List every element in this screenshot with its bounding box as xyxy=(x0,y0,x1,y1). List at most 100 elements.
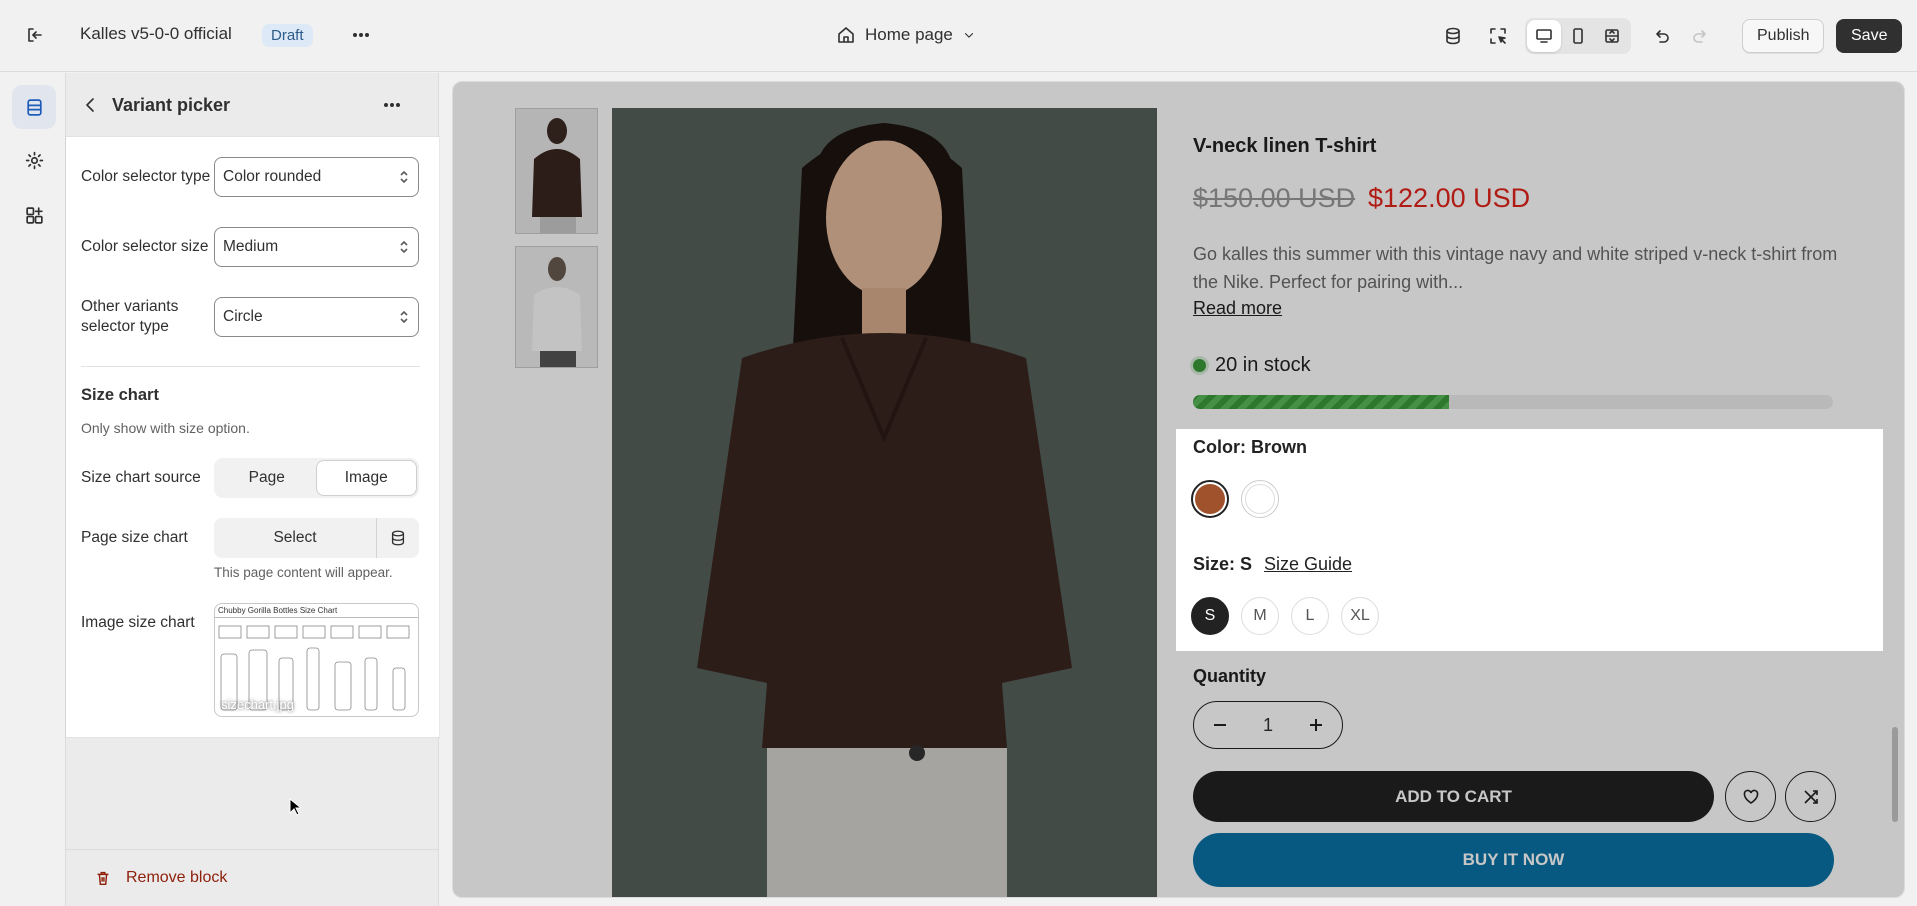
source-option-page[interactable]: Page xyxy=(217,461,317,495)
undo-icon[interactable] xyxy=(1643,18,1679,54)
size-option-l[interactable]: L xyxy=(1291,597,1329,635)
add-to-cart-button[interactable]: ADD TO CART xyxy=(1193,771,1714,822)
select-value: Color rounded xyxy=(223,168,322,185)
exit-icon[interactable] xyxy=(17,17,53,53)
stock-progress-bar xyxy=(1193,395,1833,409)
setting-color-selector-size: Color selector size Medium xyxy=(81,227,426,267)
field-label: Color selector type xyxy=(81,168,211,185)
page-size-chart-help: This page content will appear. xyxy=(214,565,393,580)
product-thumbnail-2[interactable] xyxy=(515,246,598,368)
quantity-value[interactable]: 1 xyxy=(1263,715,1273,736)
field-label: Other variants selector type xyxy=(81,298,179,335)
divider xyxy=(81,366,420,367)
setting-color-selector-type: Color selector type Color rounded xyxy=(81,157,426,197)
status-badge: Draft xyxy=(262,24,313,47)
read-more-link[interactable]: Read more xyxy=(1193,298,1282,319)
size-option-m[interactable]: M xyxy=(1241,597,1279,635)
stock-progress-fill xyxy=(1193,395,1449,409)
buy-it-now-button[interactable]: BUY IT NOW xyxy=(1193,833,1834,887)
apps-icon[interactable] xyxy=(12,193,56,237)
product-title: V-neck linen T-shirt xyxy=(1193,135,1377,157)
left-rail xyxy=(0,73,66,906)
desktop-view-icon[interactable] xyxy=(1527,20,1561,52)
mouse-cursor-icon xyxy=(289,798,301,816)
color-swatch-white[interactable] xyxy=(1241,480,1279,518)
size-chart-heading: Size chart xyxy=(81,386,159,404)
color-label: Color: Brown xyxy=(1193,437,1307,457)
select-arrows-icon xyxy=(400,310,408,324)
redo-icon[interactable] xyxy=(1683,18,1719,54)
size-chart-image[interactable]: Chubby Gorilla Bottles Size Chart sizech… xyxy=(214,603,419,717)
minus-icon[interactable] xyxy=(1211,716,1229,734)
quantity-stepper: 1 xyxy=(1193,701,1343,749)
variant-picker-block: Color: Brown Size: S Size Guide S M L XL xyxy=(1176,429,1883,651)
size-option-xl[interactable]: XL xyxy=(1341,597,1379,635)
more-options-icon[interactable] xyxy=(343,17,379,53)
database-icon[interactable] xyxy=(377,518,419,558)
setting-image-size-chart: Image size chart Chubby Gorilla Bottles … xyxy=(81,603,426,717)
size-chart-source-toggle: Page Image xyxy=(214,458,419,498)
trash-icon xyxy=(97,871,109,886)
field-label: Size chart source xyxy=(81,469,201,486)
field-label: Page size chart xyxy=(81,529,188,546)
compare-icon[interactable] xyxy=(1785,771,1836,822)
mobile-view-icon[interactable] xyxy=(1561,20,1595,52)
plus-icon[interactable] xyxy=(1307,716,1325,734)
more-options-icon[interactable] xyxy=(374,87,410,123)
home-icon xyxy=(838,27,854,43)
product-description: Go kalles this summer with this vintage … xyxy=(1193,244,1838,292)
page-selector-label: Home page xyxy=(865,25,953,44)
select-arrows-icon xyxy=(400,240,408,254)
product-main-image[interactable] xyxy=(612,108,1157,897)
setting-size-chart-source: Size chart source Page Image xyxy=(81,458,426,498)
product-thumbnail-1[interactable] xyxy=(515,108,598,234)
publish-button[interactable]: Publish xyxy=(1742,19,1825,53)
storefront-preview: V-neck linen T-shirt $150.00 USD $122.00… xyxy=(452,81,1905,898)
settings-panel: Variant picker Color selector type Color… xyxy=(66,73,439,906)
select-arrows-icon xyxy=(400,170,408,184)
fullscreen-view-icon[interactable] xyxy=(1595,20,1629,52)
top-bar: Kalles v5-0-0 official Draft Home page P… xyxy=(0,0,1917,72)
sale-price: $122.00 USD xyxy=(1368,183,1531,213)
source-option-image[interactable]: Image xyxy=(316,461,416,495)
remove-block-label: Remove block xyxy=(126,869,228,886)
size-option-s[interactable]: S xyxy=(1191,597,1229,635)
color-selector-size-select[interactable]: Medium xyxy=(214,227,419,267)
stock-status: 20 in stock xyxy=(1193,354,1311,377)
color-selector-type-select[interactable]: Color rounded xyxy=(214,157,419,197)
color-swatch-brown[interactable] xyxy=(1191,480,1229,518)
field-label: Color selector size xyxy=(81,238,209,255)
select-value: Circle xyxy=(223,308,263,325)
inspector-icon[interactable] xyxy=(1480,18,1516,54)
swatch-fill xyxy=(1195,484,1225,514)
setting-other-variants-type: Other variants selector type Circle xyxy=(81,297,426,337)
sections-icon[interactable] xyxy=(12,85,56,129)
select-value: Medium xyxy=(223,238,279,255)
remove-block-button[interactable]: Remove block xyxy=(66,849,439,906)
panel-header: Variant picker xyxy=(66,73,439,137)
save-button[interactable]: Save xyxy=(1836,19,1903,53)
size-chart-image-title: Chubby Gorilla Bottles Size Chart xyxy=(215,604,418,618)
settings-card: Color selector type Color rounded Color … xyxy=(66,137,439,737)
size-chart-help: Only show with size option. xyxy=(81,420,250,436)
field-label: Image size chart xyxy=(81,614,195,631)
stock-dot-icon xyxy=(1193,359,1206,372)
original-price: $150.00 USD xyxy=(1193,183,1356,213)
swatch-fill xyxy=(1245,484,1275,514)
database-icon[interactable] xyxy=(1435,18,1471,54)
image-filename: sizechart.jpg xyxy=(221,697,294,712)
gear-icon[interactable] xyxy=(12,138,56,182)
chevron-down-icon xyxy=(964,33,973,38)
store-name: Kalles v5-0-0 official xyxy=(80,24,232,43)
preview-scrollbar[interactable] xyxy=(1892,727,1898,822)
size-label: Size: S xyxy=(1193,554,1253,574)
other-variants-type-select[interactable]: Circle xyxy=(214,297,419,337)
stock-text: 20 in stock xyxy=(1215,354,1311,376)
wishlist-heart-icon[interactable] xyxy=(1725,771,1776,822)
viewport-switcher xyxy=(1525,18,1631,54)
size-guide-link[interactable]: Size Guide xyxy=(1264,554,1352,575)
quantity-label: Quantity xyxy=(1193,666,1267,686)
back-arrow-icon[interactable] xyxy=(76,90,106,120)
select-page-button[interactable]: Select xyxy=(214,518,377,558)
page-selector[interactable]: Home page xyxy=(836,25,976,45)
